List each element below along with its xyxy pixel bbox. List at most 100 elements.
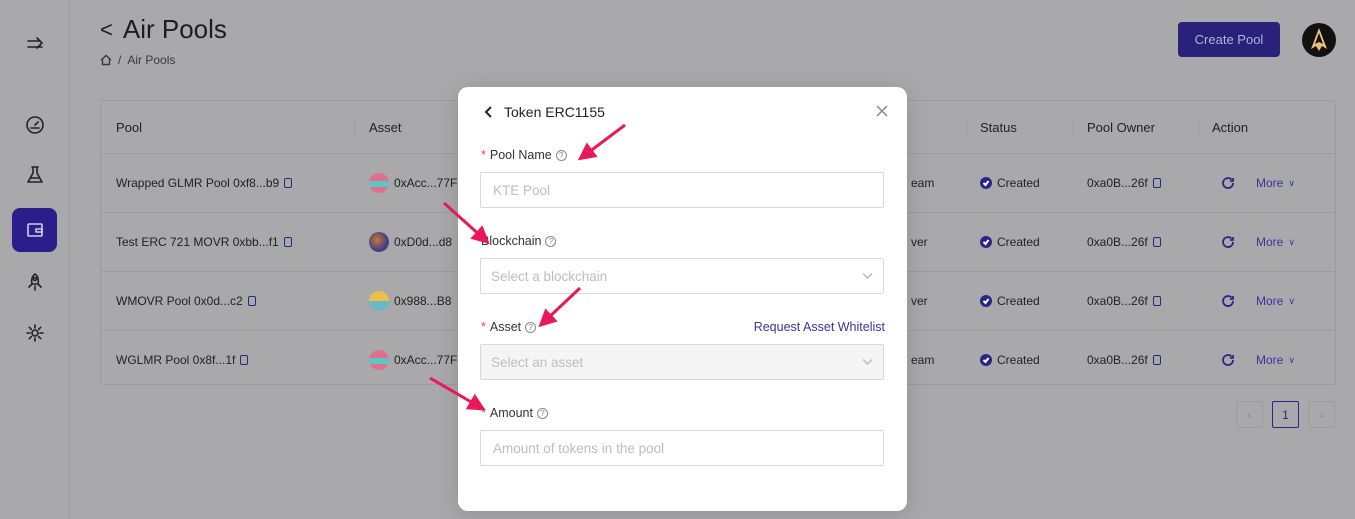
- refresh-button[interactable]: [1221, 331, 1235, 389]
- column-asset: Asset: [369, 120, 402, 135]
- chevron-down-icon: [862, 355, 873, 370]
- blockchain-select[interactable]: Select a blockchain: [480, 258, 884, 294]
- network-cell: eam: [911, 331, 934, 389]
- page-number-button[interactable]: 1: [1272, 401, 1299, 428]
- breadcrumb-item[interactable]: Air Pools: [127, 53, 175, 67]
- copy-icon[interactable]: [283, 237, 292, 247]
- network-cell: ver: [911, 213, 928, 271]
- settings-nav-item[interactable]: [12, 311, 57, 355]
- asset-placeholder: Select an asset: [491, 354, 584, 370]
- asset-address: 0xAcc...77F: [394, 353, 458, 367]
- avatar[interactable]: [1302, 23, 1336, 57]
- gear-icon: [25, 324, 44, 342]
- status-cell: Created: [980, 272, 1040, 330]
- column-divider: [1198, 117, 1199, 137]
- refresh-button[interactable]: [1221, 154, 1235, 212]
- blockchain-label: Blockchain ?: [481, 234, 557, 248]
- owner-address: 0xa0B...26f: [1087, 294, 1148, 308]
- chevron-down-icon: [862, 269, 873, 284]
- copy-icon[interactable]: [1152, 296, 1161, 306]
- check-circle-icon: [980, 354, 992, 366]
- more-dropdown[interactable]: More ∨: [1256, 213, 1295, 271]
- more-dropdown[interactable]: More ∨: [1256, 272, 1295, 330]
- close-button[interactable]: [875, 104, 889, 118]
- close-icon: [876, 105, 888, 117]
- home-icon[interactable]: [100, 54, 112, 66]
- pools-nav-item[interactable]: [12, 208, 57, 252]
- asset-select[interactable]: Select an asset: [480, 344, 884, 380]
- page-title: < Air Pools: [100, 14, 227, 45]
- check-circle-icon: [980, 177, 992, 189]
- asset-label: * Asset ?: [481, 320, 537, 334]
- pool-name-field[interactable]: [480, 172, 884, 208]
- chevron-down-icon: ∨: [1288, 177, 1295, 188]
- column-divider: [354, 117, 355, 137]
- amount-field[interactable]: [480, 430, 884, 466]
- blockchain-label-text: Blockchain: [481, 234, 542, 248]
- amount-input[interactable]: [491, 439, 873, 457]
- owner-address: 0xa0B...26f: [1087, 176, 1148, 190]
- copy-icon[interactable]: [247, 296, 256, 306]
- asset-address: 0x988...B8: [394, 294, 452, 308]
- more-dropdown[interactable]: More ∨: [1256, 154, 1295, 212]
- status-badge: Created: [997, 176, 1040, 190]
- help-icon[interactable]: ?: [545, 235, 557, 247]
- rocket-icon: [27, 273, 42, 291]
- refresh-icon: [1222, 354, 1234, 366]
- copy-icon[interactable]: [1152, 355, 1161, 365]
- back-button[interactable]: <: [100, 17, 113, 43]
- asset-cell: 0x988...B8: [369, 272, 451, 330]
- pool-cell: WMOVR Pool 0x0d...c2: [116, 272, 256, 330]
- copy-icon[interactable]: [1152, 237, 1161, 247]
- help-icon[interactable]: ?: [525, 321, 537, 333]
- wallet-icon: [26, 223, 43, 237]
- flask-icon: [26, 166, 43, 183]
- owner-cell: 0xa0B...26f: [1087, 272, 1161, 330]
- create-pool-modal: Token ERC1155 * Pool Name ? Blockchain ?…: [458, 87, 907, 511]
- create-pool-button[interactable]: Create Pool: [1178, 22, 1280, 57]
- required-mark: *: [481, 406, 486, 420]
- refresh-button[interactable]: [1221, 272, 1235, 330]
- more-label: More: [1256, 353, 1284, 367]
- token-logo-icon: [369, 173, 389, 193]
- lab-nav-item[interactable]: [12, 153, 57, 197]
- expand-sidebar-button[interactable]: [12, 22, 57, 66]
- owner-cell: 0xa0B...26f: [1087, 213, 1161, 271]
- token-logo-icon: [369, 350, 389, 370]
- pool-name-input[interactable]: [491, 181, 873, 199]
- owner-cell: 0xa0B...26f: [1087, 331, 1161, 389]
- asset-cell: 0xAcc...77F: [369, 154, 457, 212]
- back-chevron-icon[interactable]: [482, 105, 496, 119]
- column-pool-owner: Pool Owner: [1087, 120, 1155, 135]
- asset-address: 0xAcc...77F: [394, 176, 458, 190]
- required-mark: *: [481, 148, 486, 162]
- page-title-text: Air Pools: [122, 14, 227, 44]
- help-icon[interactable]: ?: [555, 149, 567, 161]
- prev-page-button[interactable]: ‹: [1236, 401, 1263, 428]
- copy-icon[interactable]: [284, 178, 293, 188]
- next-page-button[interactable]: ›: [1308, 401, 1335, 428]
- copy-icon[interactable]: [240, 355, 249, 365]
- launch-nav-item[interactable]: [12, 260, 57, 304]
- pool-cell: Test ERC 721 MOVR 0xbb...f1: [116, 213, 292, 271]
- network-name: eam: [911, 176, 935, 190]
- request-asset-whitelist-link[interactable]: Request Asset Whitelist: [754, 320, 885, 334]
- chevron-left-icon: ‹: [1247, 407, 1252, 422]
- more-dropdown[interactable]: More ∨: [1256, 331, 1295, 389]
- column-action: Action: [1212, 120, 1249, 135]
- chevron-down-icon: ∨: [1288, 236, 1295, 247]
- status-cell: Created: [980, 331, 1040, 389]
- help-icon[interactable]: ?: [536, 407, 548, 419]
- copy-icon[interactable]: [1152, 178, 1161, 188]
- dashboard-nav-item[interactable]: [12, 103, 57, 147]
- refresh-icon: [1222, 236, 1234, 248]
- pool-cell: WGLMR Pool 0x8f...1f: [116, 331, 249, 389]
- more-label: More: [1256, 294, 1284, 308]
- network-name: eam: [911, 353, 935, 367]
- chevron-right-icon: ›: [1319, 407, 1324, 422]
- asset-address: 0xD0d...d8: [394, 235, 453, 249]
- arrow-right-icon: [26, 37, 43, 49]
- refresh-button[interactable]: [1221, 213, 1235, 271]
- breadcrumb-separator: /: [118, 53, 122, 67]
- status-cell: Created: [980, 213, 1040, 271]
